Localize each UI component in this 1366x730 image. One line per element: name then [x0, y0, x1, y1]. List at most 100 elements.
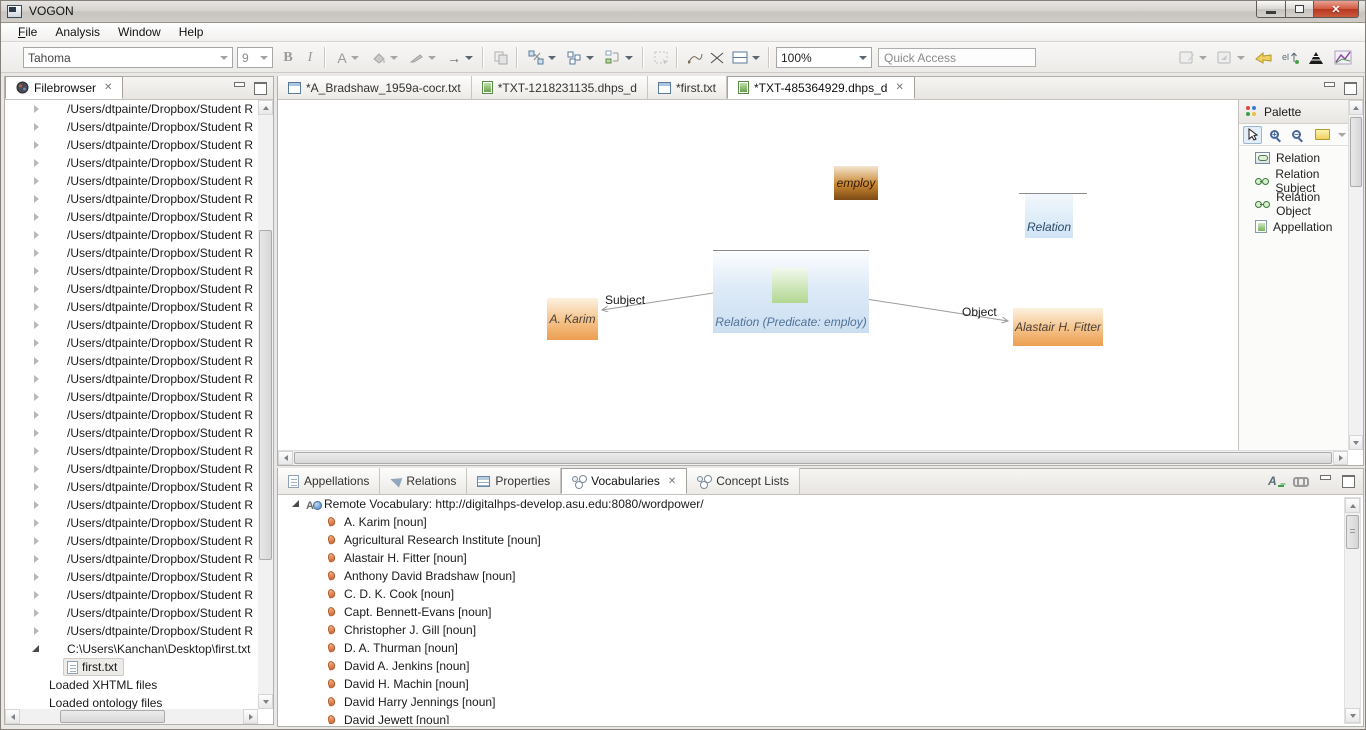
relation-handle[interactable] — [772, 268, 808, 303]
tree-row[interactable]: /Users/dtpainte/Dropbox/Student R — [5, 442, 258, 460]
tab-first-txt[interactable]: *first.txt — [647, 76, 727, 99]
expand-arrow-icon[interactable] — [34, 501, 39, 509]
marquee-button[interactable] — [650, 47, 672, 68]
menu-help[interactable]: Help — [170, 24, 213, 40]
close-tab-icon[interactable]: ✕ — [104, 82, 112, 93]
scroll-left-button[interactable] — [5, 709, 20, 724]
tree-row-expanded[interactable]: C:\Users\Kanchan\Desktop\first.txt — [5, 640, 258, 658]
zoom-out-tool[interactable]: − — [1287, 126, 1306, 144]
predicate-node[interactable]: employ — [834, 166, 878, 200]
palette-item-relation-object[interactable]: Relation Object — [1239, 190, 1362, 218]
expand-arrow-icon[interactable] — [34, 177, 39, 185]
tree-row-xhtml[interactable]: Loaded XHTML files — [5, 676, 258, 694]
tree-row[interactable]: /Users/dtpainte/Dropbox/Student R — [5, 388, 258, 406]
link-icon[interactable] — [1293, 476, 1309, 487]
scrollbar-thumb[interactable] — [1346, 515, 1359, 549]
quick-access-input[interactable] — [878, 48, 1036, 67]
expand-arrow-icon[interactable] — [34, 627, 39, 635]
tree-row[interactable]: /Users/dtpainte/Dropbox/Student R — [5, 496, 258, 514]
vocabulary-entry-row[interactable]: A. Karim [noun] — [278, 513, 1344, 531]
expand-arrow-icon[interactable] — [34, 591, 39, 599]
canvas-vscrollbar[interactable] — [1348, 100, 1363, 450]
vocabulary-entry-row[interactable]: Alastair H. Fitter [noun] — [278, 549, 1344, 567]
scrollbar-thumb[interactable] — [259, 230, 272, 560]
vocabulary-entry-row[interactable]: David Harry Jennings [noun] — [278, 693, 1344, 711]
menu-analysis[interactable]: Analysis — [46, 24, 109, 40]
tree-row[interactable]: /Users/dtpainte/Dropbox/Student R — [5, 586, 258, 604]
tab-filebrowser[interactable]: Filebrowser ✕ — [5, 76, 124, 99]
scroll-up-button[interactable] — [1345, 498, 1360, 513]
filebrowser-vscrollbar[interactable] — [258, 100, 273, 709]
add-term-icon[interactable]: A — [1268, 474, 1284, 488]
graph-canvas[interactable]: employ Relation Relation (Predicate: emp… — [278, 100, 1348, 450]
note-tool[interactable] — [1309, 126, 1335, 144]
tree-row[interactable]: /Users/dtpainte/Dropbox/Student R — [5, 550, 258, 568]
scroll-down-button[interactable] — [1345, 708, 1360, 723]
collapse-arrow-icon[interactable] — [292, 500, 299, 507]
scrollbar-thumb[interactable] — [1350, 117, 1362, 187]
scroll-left-button[interactable] — [278, 451, 293, 465]
expand-arrow-icon[interactable] — [34, 213, 39, 221]
subject-node[interactable]: A. Karim — [547, 298, 598, 340]
tab-relations[interactable]: Relations — [380, 468, 468, 494]
expand-arrow-icon[interactable] — [34, 339, 39, 347]
scrollbar-thumb[interactable] — [294, 452, 1332, 464]
tree-row-selected-file[interactable]: first.txt — [5, 658, 258, 676]
expand-arrow-icon[interactable] — [34, 555, 39, 563]
italic-button[interactable]: I — [300, 47, 320, 68]
relation-class-node[interactable]: Relation — [1025, 194, 1073, 238]
menu-window[interactable]: Window — [109, 24, 170, 40]
expand-arrow-icon[interactable] — [34, 105, 39, 113]
fill-color-button[interactable] — [368, 47, 402, 68]
maximize-panel-icon[interactable] — [1344, 82, 1357, 95]
expand-arrow-icon[interactable] — [34, 357, 39, 365]
tree-row[interactable]: /Users/dtpainte/Dropbox/Student R — [5, 100, 258, 118]
tree-row[interactable]: /Users/dtpainte/Dropbox/Student R — [5, 406, 258, 424]
expand-arrow-icon[interactable] — [34, 519, 39, 527]
expand-arrow-icon[interactable] — [34, 375, 39, 383]
expand-arrow-icon[interactable] — [34, 411, 39, 419]
expand-arrow-icon[interactable] — [34, 303, 39, 311]
tree-row[interactable]: /Users/dtpainte/Dropbox/Student R — [5, 226, 258, 244]
tree-row[interactable]: /Users/dtpainte/Dropbox/Student R — [5, 424, 258, 442]
tab-txt-485364929[interactable]: *TXT-485364929.dhps_d ✕ — [727, 76, 915, 99]
tree-row[interactable]: /Users/dtpainte/Dropbox/Student R — [5, 334, 258, 352]
expand-arrow-icon[interactable] — [34, 249, 39, 257]
scroll-down-button[interactable] — [258, 694, 273, 709]
vocabulary-entry-row[interactable]: David Jewett [noun] — [278, 711, 1344, 724]
curve-connection-button[interactable] — [684, 47, 706, 68]
tree-row[interactable]: /Users/dtpainte/Dropbox/Student R — [5, 280, 258, 298]
scroll-up-button[interactable] — [1349, 100, 1363, 115]
scroll-down-button[interactable] — [1349, 435, 1363, 450]
vocabulary-root-row[interactable]: Remote Vocabulary: http://digitalhps-dev… — [278, 495, 1344, 513]
perspective-save-button[interactable] — [1214, 47, 1248, 68]
maximize-panel-icon[interactable] — [254, 82, 267, 95]
tree-row[interactable]: /Users/dtpainte/Dropbox/Student R — [5, 190, 258, 208]
tree-row[interactable]: /Users/dtpainte/Dropbox/Student R — [5, 262, 258, 280]
minimize-panel-icon[interactable] — [233, 82, 246, 93]
close-button[interactable]: ✕ — [1314, 1, 1359, 18]
tree-row[interactable]: /Users/dtpainte/Dropbox/Student R — [5, 154, 258, 172]
canvas-hscrollbar[interactable] — [278, 450, 1348, 465]
collapse-arrow-icon[interactable] — [32, 645, 39, 652]
vocabulary-entry-row[interactable]: C. D. K. Cook [noun] — [278, 585, 1344, 603]
tree-row[interactable]: /Users/dtpainte/Dropbox/Student R — [5, 532, 258, 550]
title-bar[interactable]: VOGON ✕ — [1, 1, 1365, 23]
minimize-panel-icon[interactable] — [1323, 82, 1336, 93]
vocabulary-entry-row[interactable]: Anthony David Bradshaw [noun] — [278, 567, 1344, 585]
expand-arrow-icon[interactable] — [34, 285, 39, 293]
pyramid-button[interactable] — [1304, 47, 1328, 68]
tab-txt-1218231135[interactable]: *TXT-1218231135.dhps_d — [471, 76, 648, 99]
menu-file[interactable]: File — [9, 24, 46, 40]
tree-row-ontology[interactable]: Loaded ontology files — [5, 694, 258, 709]
scrollbar-thumb[interactable] — [60, 710, 165, 723]
arrow-style-button[interactable]: → — [442, 47, 478, 68]
font-size-combo[interactable]: 9 — [237, 47, 273, 68]
tree-row[interactable]: /Users/dtpainte/Dropbox/Student R — [5, 568, 258, 586]
minimize-panel-icon[interactable] — [1319, 475, 1332, 486]
relation-node[interactable]: Relation (Predicate: employ) — [713, 252, 869, 333]
split-view-button[interactable] — [728, 47, 764, 68]
font-family-combo[interactable]: Tahoma — [23, 47, 233, 68]
expand-arrow-icon[interactable] — [34, 573, 39, 581]
tab-bradshaw[interactable]: *A_Bradshaw_1959a-cocr.txt — [278, 76, 472, 99]
